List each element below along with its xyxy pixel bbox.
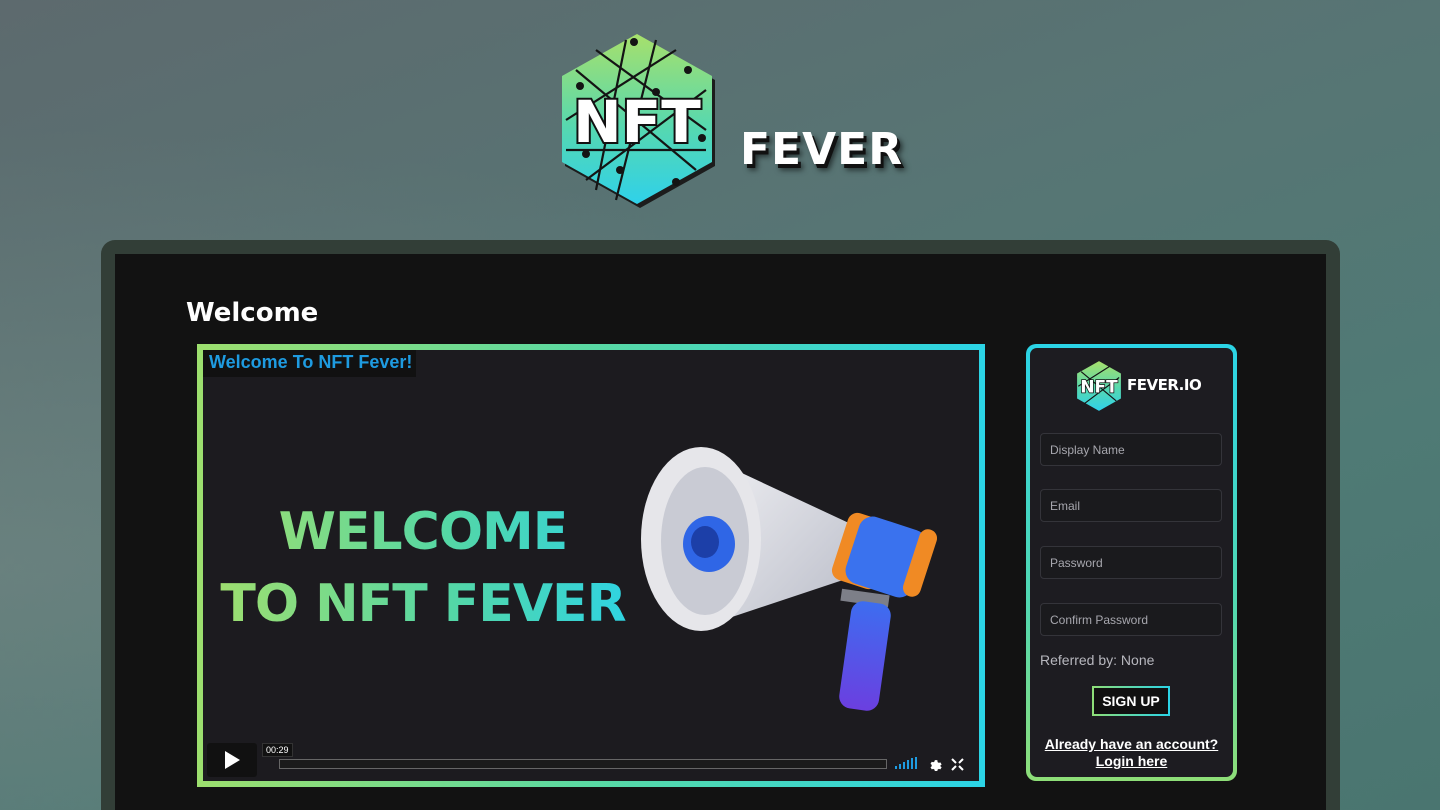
- video-timestamp: 00:29: [262, 743, 293, 757]
- video-headline-line2: TO NFT FEVER: [203, 574, 643, 634]
- referred-by-text: Referred by: None: [1040, 652, 1155, 668]
- email-input[interactable]: [1040, 489, 1222, 522]
- confirm-password-input[interactable]: [1040, 603, 1222, 636]
- gear-icon[interactable]: [927, 757, 942, 772]
- sign-up-button[interactable]: SIGN UP: [1092, 686, 1170, 716]
- megaphone-illustration: [641, 447, 938, 711]
- brand-logo-mark: NFT: [573, 88, 701, 156]
- login-link[interactable]: Already have an account? Login here: [1030, 736, 1233, 770]
- login-link-line1[interactable]: Already have an account?: [1030, 736, 1233, 753]
- display-name-input[interactable]: [1040, 433, 1222, 466]
- password-input[interactable]: [1040, 546, 1222, 579]
- nft-hexagon-logo-icon: NFT: [1077, 361, 1121, 411]
- card-logo-mark: NFT: [1080, 377, 1118, 397]
- video-progress-bar[interactable]: [279, 759, 887, 769]
- brand-logo: NFT FEVER: [556, 30, 902, 210]
- card-logo-text: FEVER.IO: [1127, 376, 1202, 394]
- login-link-line2[interactable]: Login here: [1030, 753, 1233, 770]
- video-controls: 00:29: [203, 743, 979, 781]
- brand-name: FEVER: [740, 124, 904, 175]
- card-logo: NFT FEVER.IO: [1075, 360, 1202, 412]
- fullscreen-icon[interactable]: [951, 758, 964, 771]
- signup-form: NFT FEVER.IO Referred by: None SIGN UP A…: [1030, 348, 1233, 777]
- video-viewport[interactable]: Welcome To NFT Fever! WELCOME TO NFT FEV…: [203, 350, 979, 781]
- play-button[interactable]: [207, 743, 257, 777]
- play-icon: [225, 751, 240, 769]
- video-title: Welcome To NFT Fever!: [203, 350, 417, 377]
- laptop-frame: Welcome Welcome To NFT Fever! WELCOME TO…: [101, 240, 1340, 810]
- video-headline-line1: WELCOME: [203, 502, 643, 562]
- page-title: Welcome: [186, 298, 319, 328]
- signup-card: NFT FEVER.IO Referred by: None SIGN UP A…: [1026, 344, 1237, 781]
- volume-icon[interactable]: [895, 757, 917, 769]
- laptop-screen: Welcome Welcome To NFT Fever! WELCOME TO…: [115, 254, 1326, 810]
- nft-hexagon-logo-icon: NFT: [562, 34, 715, 208]
- video-player[interactable]: Welcome To NFT Fever! WELCOME TO NFT FEV…: [197, 344, 985, 787]
